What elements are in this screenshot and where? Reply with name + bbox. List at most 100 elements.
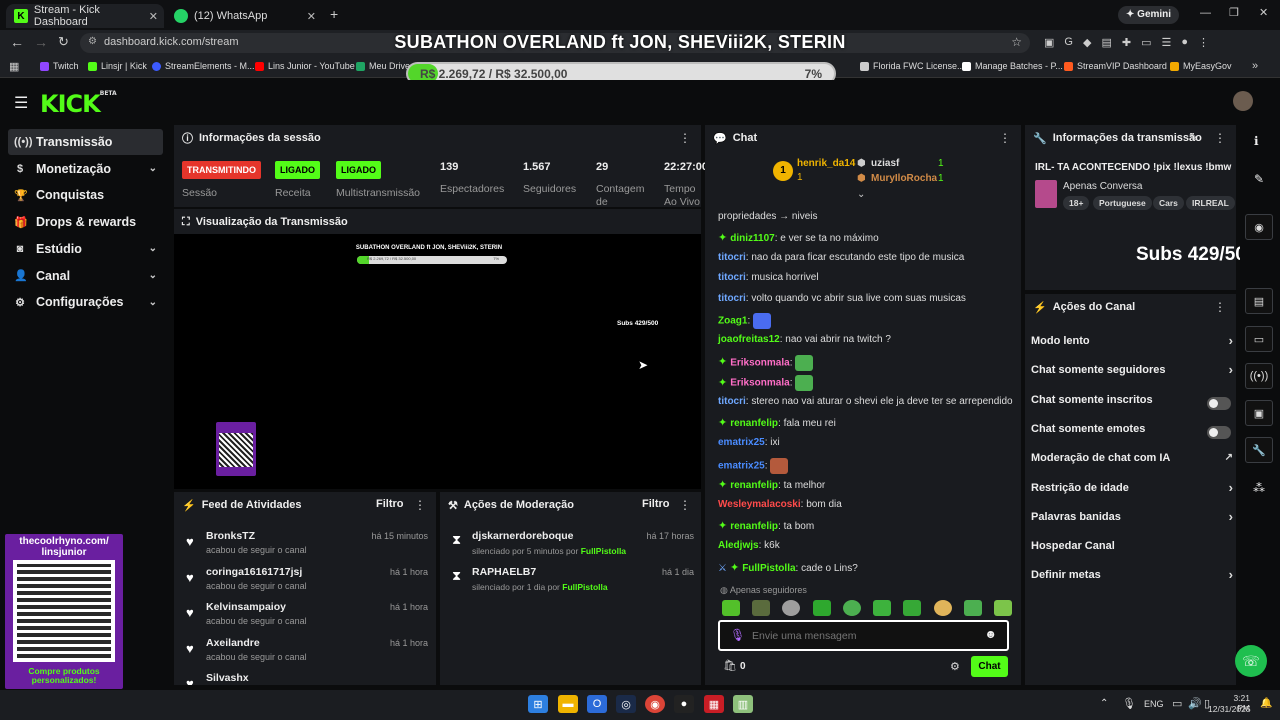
bookmark-star-icon[interactable]: ☆ [1011,35,1022,49]
steam-icon[interactable]: ◎ [616,695,636,713]
obs-icon[interactable]: ● [674,695,694,713]
chat-username[interactable]: renanfelip [730,418,778,429]
feed-user[interactable]: Axeilandre [206,637,260,649]
channel-action-row[interactable]: Chat somente seguidores › [1031,362,1233,384]
info-icon[interactable]: ℹ [1254,134,1259,148]
chat-username[interactable]: ematrix25 [718,437,765,448]
feed-user[interactable]: Silvashx [206,672,249,684]
sidebar-item-2[interactable]: 🏆 Conquistas [8,182,163,208]
broadcast-tool-button[interactable]: ((•)) [1245,363,1273,389]
minimize-icon[interactable]: — [1200,7,1211,19]
apps-icon[interactable]: ⁂ [1253,481,1265,495]
toggle-switch[interactable] [1207,425,1231,439]
chat-username[interactable]: titocri [718,272,746,283]
emote-icon[interactable] [873,600,892,616]
bookmark-manage-batches[interactable]: Manage Batches - P... [962,61,1063,71]
chat-username[interactable]: ematrix25 [718,460,765,471]
avatar[interactable] [1233,91,1253,111]
channel-actions-menu-icon[interactable]: ⋮ [1214,300,1226,314]
channel-action-row[interactable]: Hospedar Canal [1031,540,1231,560]
session-menu-icon[interactable]: ⋮ [679,131,691,145]
channel-action-row[interactable]: Palavras banidas › [1031,509,1233,531]
close-window-icon[interactable]: ✕ [1259,6,1268,19]
microphone-tray-icon[interactable]: 🎙 [1122,697,1136,710]
notepad-icon[interactable]: ▥ [733,695,753,713]
moderation-user[interactable]: RAPHAELB7 [472,566,536,578]
emoji-picker-icon[interactable]: ☻ [984,627,997,641]
chat-menu-icon[interactable]: ⋮ [999,131,1011,145]
extensions-puzzle-icon[interactable]: ✚ [1122,36,1131,49]
moderation-menu-icon[interactable]: ⋮ [679,498,691,512]
leader-name[interactable]: MuryIloRocha [871,173,937,184]
moderator-name[interactable]: FullPistolla [562,582,607,592]
chat-username[interactable]: joaofreitas12 [718,334,780,345]
chat-username[interactable]: Wesleymalacoski [718,499,801,510]
chat-username[interactable]: Zoag1 [718,316,747,327]
bookmark-drive[interactable]: Meu Drive [356,61,410,71]
microphone-icon[interactable]: 🎙 [730,628,745,642]
channel-action-row[interactable]: Restrição de idade › [1031,480,1233,502]
emote-icon[interactable] [963,600,982,616]
feed-user[interactable]: BronksTZ [206,530,255,542]
chat-username[interactable]: Eriksonmala [730,357,789,368]
toggle-switch[interactable] [1207,396,1231,410]
category-name[interactable]: Apenas Conversa [1063,181,1143,192]
tab-kick-dashboard[interactable]: K Stream - Kick Dashboard ✕ [6,4,164,28]
new-tab-icon[interactable]: + [330,6,338,22]
vpn-extension-icon[interactable]: ◆ [1083,36,1091,49]
channel-action-row[interactable]: Modo lento › [1031,333,1233,355]
notifications-icon[interactable]: 🔔 [1260,698,1272,709]
network-icon[interactable]: ▭ [1172,697,1182,710]
reading-list-icon[interactable]: ☰ [1161,36,1171,49]
emote-icon[interactable] [842,600,861,616]
sidebar-item-6[interactable]: ⚙ Configurações ⌄ [8,289,163,315]
kick-logo[interactable]: KICKBETA [40,90,117,118]
camera-tool-button[interactable]: ◉ [1245,214,1273,240]
moderator-name[interactable]: FullPistolla [581,546,626,556]
chat-username[interactable]: renanfelip [730,480,778,491]
tools-button[interactable]: 🔧 [1245,437,1273,463]
close-tab-icon[interactable]: ✕ [149,10,158,23]
tray-overflow-icon[interactable]: ⌃ [1100,698,1108,709]
bookmark-streamvip[interactable]: StreamVIP Dashboard [1064,61,1167,71]
channel-action-row[interactable]: Definir metas › [1031,567,1233,589]
moderation-filter-button[interactable]: Filtro [642,498,670,510]
sidebar-item-1[interactable]: $ Monetização ⌄ [8,156,163,182]
expand-leaders-icon[interactable]: ⌄ [857,189,865,200]
apps-grid-icon[interactable]: ▦ [9,60,19,73]
profile-icon[interactable]: ● [1181,36,1188,49]
chat-settings-icon[interactable]: ⚙ [950,660,960,673]
hamburger-menu-icon[interactable]: ☰ [14,93,28,113]
emote-icon[interactable] [782,600,801,616]
maximize-icon[interactable]: ❐ [1229,6,1239,19]
emote-icon[interactable] [993,600,1012,616]
emote-icon[interactable] [933,600,952,616]
edit-icon[interactable]: ✎ [1189,131,1198,144]
bookmark-youtube[interactable]: Lins Junior - YouTube [255,61,355,71]
feed-filter-button[interactable]: Filtro [376,498,404,510]
document-tool-button[interactable]: ▤ [1245,288,1273,314]
cast-icon[interactable]: ▭ [1141,36,1151,49]
site-info-icon[interactable]: ⚙ [88,36,97,47]
extension-icon[interactable]: ▣ [1044,36,1054,49]
chrome-icon[interactable]: ◉ [645,695,665,713]
chat-username[interactable]: renanfelip [730,521,778,532]
emote-icon[interactable] [722,600,740,616]
channel-action-row[interactable]: Moderação de chat com IA ↗ [1031,452,1233,472]
app-icon[interactable]: ▦ [704,695,724,713]
language-indicator[interactable]: ENG [1144,699,1164,709]
chat-username[interactable]: Eriksonmala [730,378,789,389]
chat-username[interactable]: titocri [718,293,746,304]
bookmark-myeasygov[interactable]: MyEasyGov [1170,61,1232,71]
back-icon[interactable]: ← [10,34,24,50]
stream-preview-video[interactable]: SUBATHON OVERLAND ft JON, SHEViii2K, STE… [174,234,701,489]
send-chat-button[interactable]: Chat [971,656,1008,677]
support-headset-button[interactable]: ☏ [1235,645,1267,677]
moderation-user[interactable]: djskarnerdoreboque [472,530,574,542]
close-tab-icon[interactable]: ✕ [307,10,316,23]
bookmark-kick[interactable]: Linsjr | Kick [88,61,147,71]
sidebar-item-5[interactable]: 👤 Canal ⌄ [8,263,163,289]
extension-icon[interactable]: ▤ [1101,36,1111,49]
sidebar-item-3[interactable]: 🎁 Drops & rewards [8,209,163,235]
emote-icon[interactable] [752,600,771,616]
